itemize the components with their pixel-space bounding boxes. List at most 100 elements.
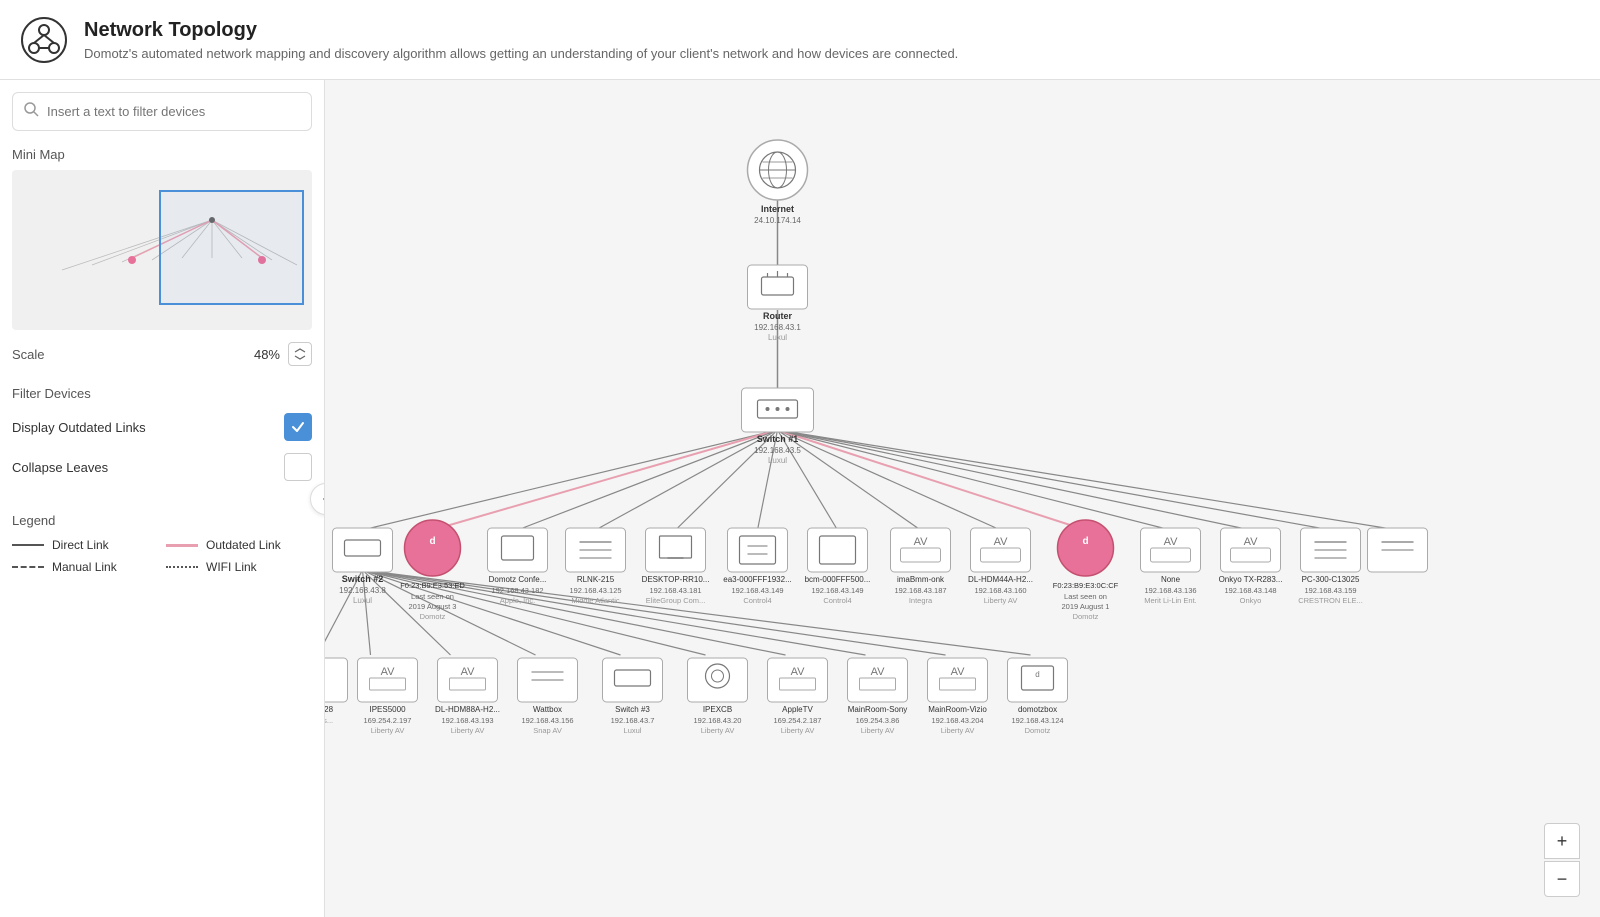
svg-text:AV: AV — [791, 666, 806, 678]
scale-value: 48% — [254, 342, 312, 366]
topology-canvas[interactable]: Internet 24.10.174.14 Router 192.168.43.… — [325, 80, 1600, 917]
node-internet[interactable]: Internet 24.10.174.14 — [748, 140, 808, 225]
svg-text:AV: AV — [914, 536, 929, 548]
svg-text:Wattbox: Wattbox — [533, 705, 562, 714]
legend-outdated-link-line — [166, 544, 198, 547]
svg-text:Liberty AV: Liberty AV — [861, 726, 895, 735]
node-switch3[interactable]: Switch #3 192.168.43.7 Luxul — [603, 658, 663, 735]
node-dl-hdm88a[interactable]: AV DL-HDM88A-H2... 192.168.43.193 Libert… — [435, 658, 500, 735]
node-bcm[interactable]: bcm-000FFF500... 192.168.43.149 Control4 — [805, 528, 871, 605]
svg-text:192.168.43.149: 192.168.43.149 — [731, 586, 783, 595]
sidebar: Mini Map — [0, 80, 325, 917]
search-input[interactable] — [47, 104, 301, 119]
node-desktop-rr10[interactable]: DESKTOP-RR10... 192.168.43.181 EliteGrou… — [642, 528, 710, 605]
svg-text:Switch #1: Switch #1 — [757, 434, 799, 444]
expand-button[interactable] — [288, 342, 312, 366]
node-mainroom-vizio[interactable]: AV MainRoom-Vizio 192.168.43.204 Liberty… — [928, 658, 988, 735]
node-switch2[interactable]: Switch #2 192.168.43.8 Luxul — [333, 528, 393, 605]
node-none[interactable]: AV None 192.168.43.136 Merit Li-Lin Ent. — [1141, 528, 1201, 605]
node-extra-right[interactable] — [1368, 528, 1428, 572]
svg-text:Middle Atlantic: Middle Atlantic — [571, 596, 620, 605]
svg-text:192.168.43.182: 192.168.43.182 — [491, 586, 543, 595]
svg-text:192.168.43.20: 192.168.43.20 — [694, 716, 742, 725]
svg-text:DESKTOP-RR10...: DESKTOP-RR10... — [642, 575, 710, 584]
svg-text:192.168.43.5: 192.168.43.5 — [754, 446, 801, 455]
svg-text:Liberty AV: Liberty AV — [701, 726, 735, 735]
display-outdated-links-row: Display Outdated Links — [12, 413, 312, 441]
node-ea3[interactable]: ea3-000FFF1932... 192.168.43.149 Control… — [723, 528, 791, 605]
svg-text:...43.128: ...43.128 — [325, 705, 334, 714]
zoom-in-button[interactable]: + — [1544, 823, 1580, 859]
node-rlnk215[interactable]: RLNK-215 192.168.43.125 Middle Atlantic — [566, 528, 626, 605]
svg-text:F0:23:B9:E3:53:ED: F0:23:B9:E3:53:ED — [400, 581, 465, 590]
legend-direct-link-line — [12, 544, 44, 546]
node-imabmm[interactable]: AV imaBmm-onk 192.168.43.187 Integra — [891, 528, 951, 605]
svg-text:imaBmm-onk: imaBmm-onk — [897, 575, 945, 584]
legend-direct-link: Direct Link — [12, 538, 158, 552]
zoom-controls: + − — [1544, 823, 1580, 897]
search-box[interactable] — [12, 92, 312, 131]
svg-text:24.10.174.14: 24.10.174.14 — [754, 216, 801, 225]
svg-text:AV: AV — [381, 666, 396, 678]
svg-text:AV: AV — [871, 666, 886, 678]
node-dl-hdm44a[interactable]: AV DL-HDM44A-H2... 192.168.43.160 Libert… — [968, 528, 1033, 605]
svg-text:Luxul: Luxul — [353, 596, 372, 605]
node-domotz-pink1[interactable]: d F0:23:B9:E3:53:ED Last seen on 2019 Au… — [400, 520, 465, 621]
node-mainroom-sony[interactable]: AV MainRoom-Sony 169.254.3.86 Liberty AV — [848, 658, 908, 735]
svg-text:EliteGroup Com...: EliteGroup Com... — [646, 596, 706, 605]
node-router[interactable]: Router 192.168.43.1 Luxul — [748, 265, 808, 342]
svg-text:Liberty AV: Liberty AV — [941, 726, 975, 735]
collapse-leaves-label: Collapse Leaves — [12, 460, 108, 475]
svg-text:Liberty AV: Liberty AV — [371, 726, 405, 735]
zoom-out-button[interactable]: − — [1544, 861, 1580, 897]
svg-text:AV: AV — [994, 536, 1009, 548]
mini-map-viewport — [159, 190, 304, 305]
node-domotzbox[interactable]: d domotzbox 192.168.43.124 Domotz — [1008, 658, 1068, 735]
svg-text:Domotz: Domotz — [420, 612, 446, 621]
svg-text:Domotz: Domotz — [1025, 726, 1051, 735]
display-outdated-links-label: Display Outdated Links — [12, 420, 146, 435]
node-domotz-conference[interactable]: Domotz Confe... 192.168.43.182 Apple, In… — [488, 528, 548, 605]
svg-text:192.168.43.8: 192.168.43.8 — [339, 586, 386, 595]
svg-text:bcm-000FFF500...: bcm-000FFF500... — [805, 575, 871, 584]
legend-manual-link-label: Manual Link — [52, 560, 117, 574]
svg-text:Domotz: Domotz — [1073, 612, 1099, 621]
node-appletv[interactable]: AV AppleTV 169.254.2.187 Liberty AV — [768, 658, 828, 735]
svg-text:192.168.43.1: 192.168.43.1 — [754, 323, 801, 332]
svg-text:Liberty AV: Liberty AV — [984, 596, 1018, 605]
svg-text:d: d — [1082, 536, 1088, 547]
display-outdated-links-checkbox[interactable] — [284, 413, 312, 441]
svg-text:AV: AV — [1244, 536, 1259, 548]
svg-text:Last seen on: Last seen on — [411, 592, 454, 601]
collapse-leaves-checkbox[interactable] — [284, 453, 312, 481]
node-pc300[interactable]: PC-300-C13025 192.168.43.159 CRESTRON EL… — [1298, 528, 1363, 605]
legend-manual-link-line — [12, 566, 44, 568]
svg-text:192.168.43.187: 192.168.43.187 — [894, 586, 946, 595]
svg-text:Liberty AV: Liberty AV — [781, 726, 815, 735]
svg-text:AppleTV: AppleTV — [782, 705, 813, 714]
svg-text:Integra: Integra — [909, 596, 933, 605]
node-switch1[interactable]: Switch #1 192.168.43.5 Luxul — [742, 388, 814, 465]
node-ipes5000[interactable]: AV IPES5000 169.254.2.197 Liberty AV — [358, 658, 418, 735]
search-icon — [23, 101, 39, 122]
svg-text:CRESTRON ELE...: CRESTRON ELE... — [1298, 596, 1363, 605]
svg-text:ea3-000FFF1932...: ea3-000FFF1932... — [723, 575, 791, 584]
svg-text:MainRoom-Sony: MainRoom-Sony — [848, 705, 908, 714]
svg-text:192.168.43.193: 192.168.43.193 — [441, 716, 493, 725]
svg-text:Domotz Confe...: Domotz Confe... — [489, 575, 547, 584]
svg-text:Luxul: Luxul — [768, 456, 787, 465]
node-ipexcb[interactable]: IPEXCB 192.168.43.20 Liberty AV — [688, 658, 748, 735]
legend-wifi-link: WIFI Link — [166, 560, 312, 574]
node-onkyo-tx[interactable]: AV Onkyo TX-R283... 192.168.43.148 Onkyo — [1219, 528, 1283, 605]
node-wattbox[interactable]: Wattbox 192.168.43.156 Snap AV — [518, 658, 578, 735]
svg-text:192.168.43.204: 192.168.43.204 — [931, 716, 983, 725]
svg-text:169.254.3.86: 169.254.3.86 — [856, 716, 900, 725]
svg-text:192.168.43.125: 192.168.43.125 — [569, 586, 621, 595]
node-128[interactable]: ...43.128 ver Sys... — [325, 658, 348, 725]
svg-text:d: d — [1035, 670, 1039, 679]
svg-text:Liberty AV: Liberty AV — [451, 726, 485, 735]
sidebar-collapse-button[interactable] — [310, 483, 325, 515]
legend-section: Legend Direct Link Outdated Link Manual … — [12, 513, 312, 574]
node-domotz-pink2[interactable]: d F0:23:B9:E3:0C:CF Last seen on 2019 Au… — [1053, 520, 1119, 621]
svg-text:192.168.43.159: 192.168.43.159 — [1304, 586, 1356, 595]
